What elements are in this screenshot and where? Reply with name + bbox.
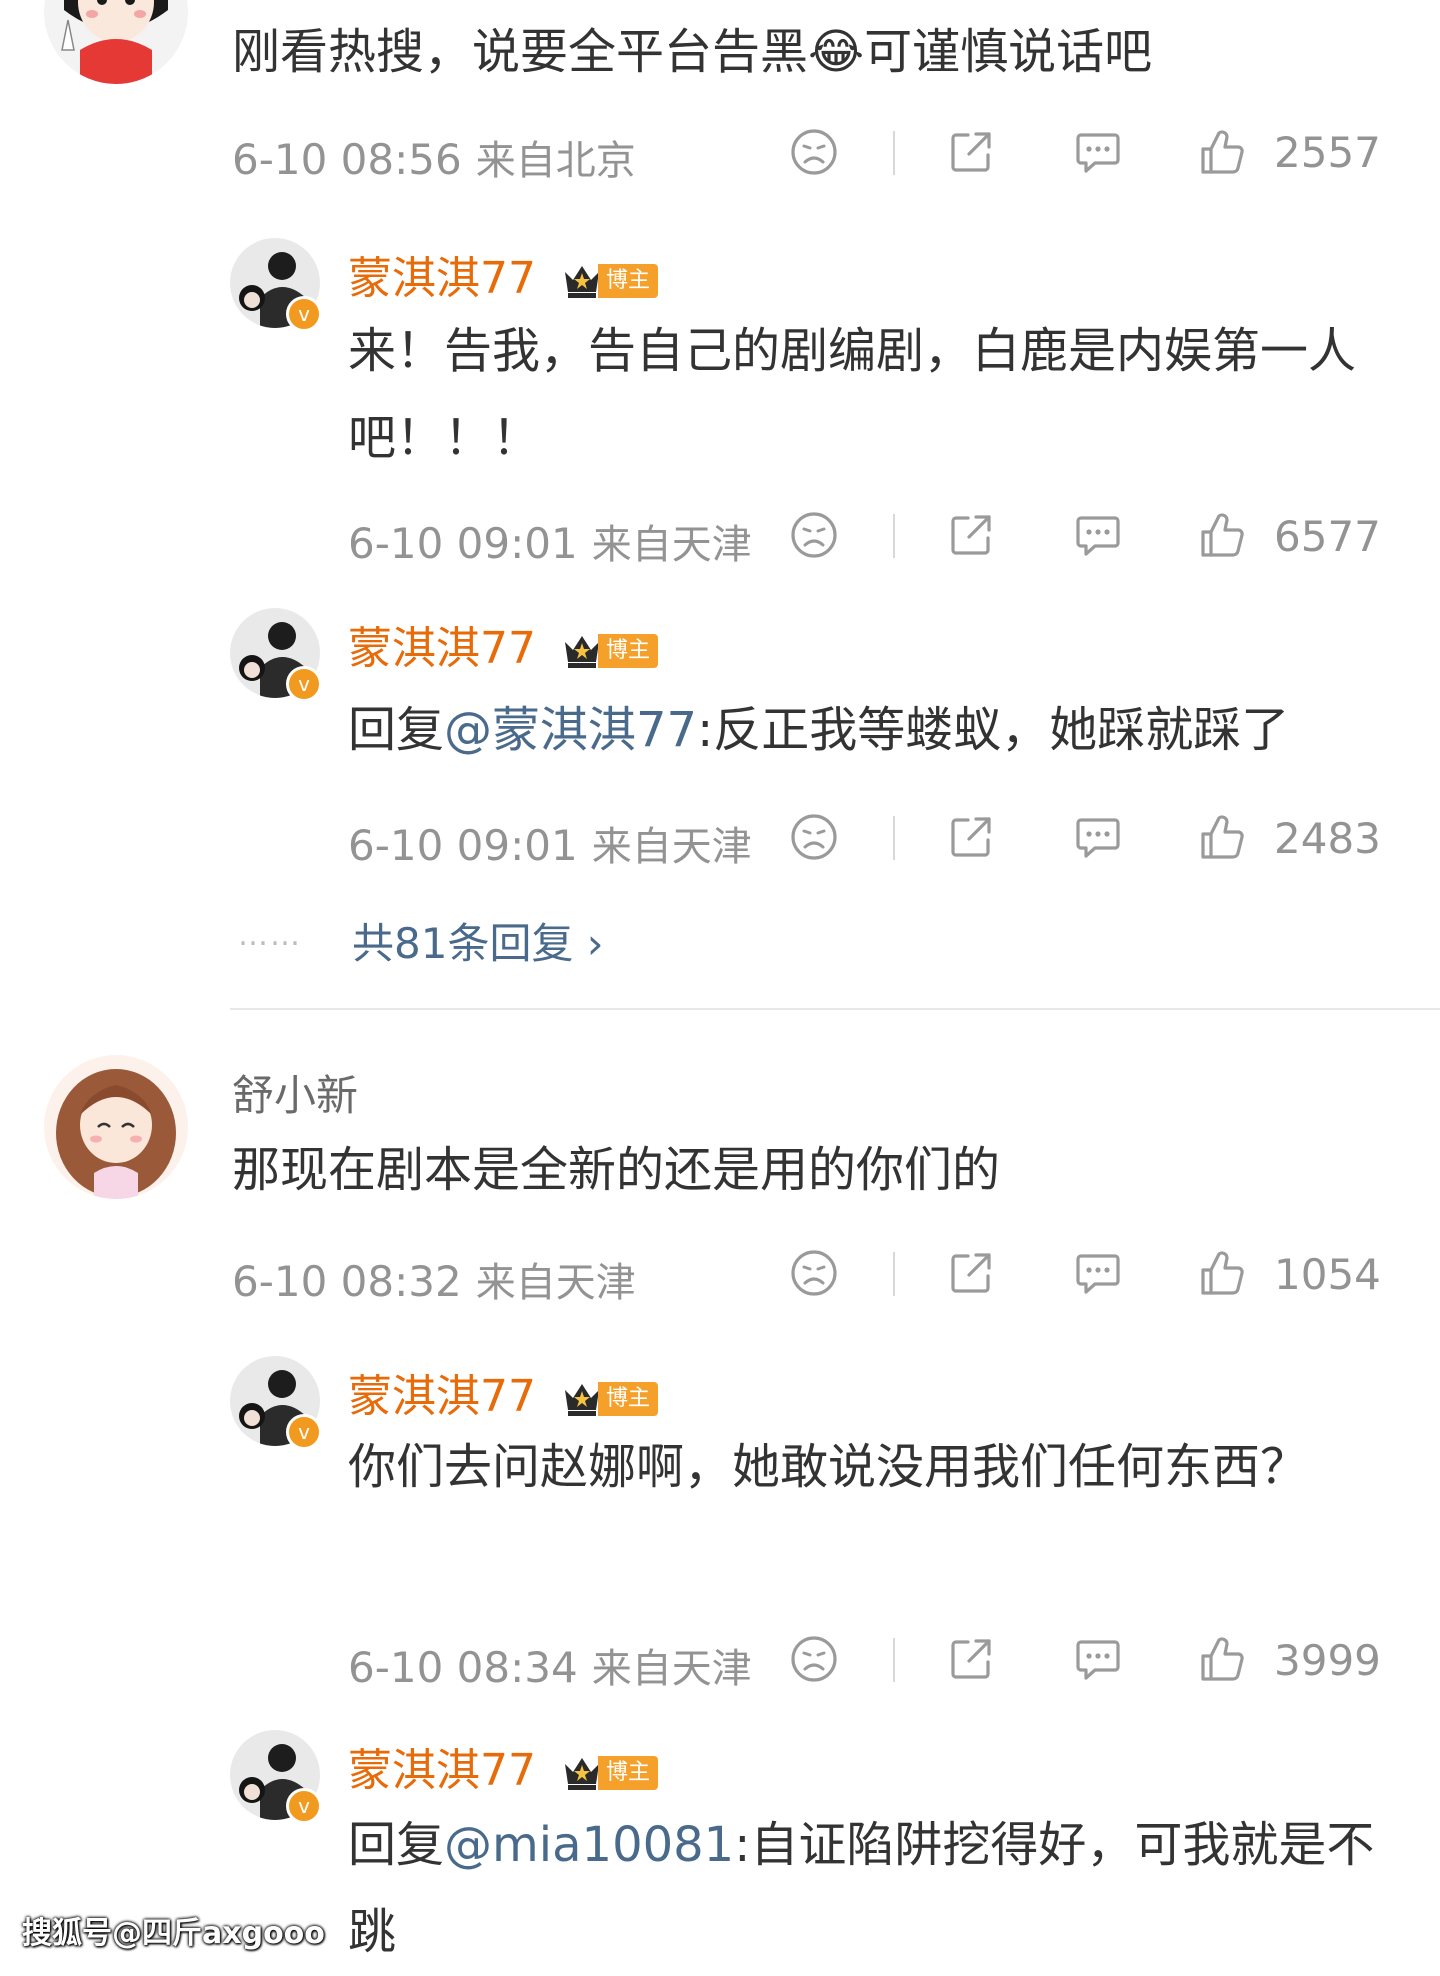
share-icon[interactable] <box>946 812 996 862</box>
comment-text: 那现在剧本是全新的还是用的你们的 <box>232 1142 1001 1198</box>
like-icon[interactable] <box>1197 812 1247 862</box>
avatar[interactable] <box>44 1055 188 1199</box>
blogger-badge: 博主 <box>562 262 659 300</box>
verified-badge-icon: v <box>286 296 322 332</box>
reply-location: 来自天津 <box>591 824 752 870</box>
share-icon[interactable] <box>946 510 996 560</box>
like-count[interactable]: 2483 <box>1274 814 1381 863</box>
comment-location: 来自北京 <box>475 138 636 184</box>
comment-time: 6-10 08:32 <box>232 1257 462 1306</box>
reply-username[interactable]: 蒙淇淇77 博主 <box>348 242 659 306</box>
badge-label: 博主 <box>598 264 659 298</box>
like-icon[interactable] <box>1197 510 1247 560</box>
comment-time: 6-10 08:56 <box>232 135 462 184</box>
reply-username[interactable]: 蒙淇淇77 博主 <box>348 1734 659 1798</box>
reply-meta: 6-10 09:01 来自天津 <box>348 814 752 872</box>
reply-time: 6-10 09:01 <box>348 821 578 870</box>
sad-face-icon[interactable] <box>789 127 839 177</box>
comment-meta: 6-10 08:32 来自天津 <box>232 1250 636 1308</box>
sad-face-icon[interactable] <box>789 510 839 560</box>
reply-location: 来自天津 <box>591 1646 752 1692</box>
reply-text: 你们去问赵娜啊，她敢说没用我们任何东西？ <box>348 1439 1309 1495</box>
section-divider <box>230 1008 1440 1010</box>
badge-label: 博主 <box>598 1756 659 1790</box>
verified-badge-icon: v <box>286 666 322 702</box>
comment-icon[interactable] <box>1073 510 1123 560</box>
reply-username[interactable]: 蒙淇淇77 博主 <box>348 1360 659 1424</box>
crown-icon <box>562 262 602 300</box>
comment-meta: 6-10 08:56 来自北京 <box>232 128 636 186</box>
divider <box>893 816 895 860</box>
share-icon[interactable] <box>946 127 996 177</box>
more-replies-link[interactable]: 共81条回复 › <box>352 910 604 971</box>
blogger-badge: 博主 <box>562 632 659 670</box>
verified-badge-icon: v <box>286 1414 322 1450</box>
like-icon[interactable] <box>1197 127 1247 177</box>
comment-icon[interactable] <box>1073 1248 1123 1298</box>
like-count[interactable]: 2557 <box>1274 128 1381 177</box>
badge-label: 博主 <box>598 1382 659 1416</box>
sad-face-icon[interactable] <box>789 812 839 862</box>
reply-time: 6-10 08:34 <box>348 1643 578 1692</box>
comment-icon[interactable] <box>1073 127 1123 177</box>
more-dots: …… <box>238 918 302 953</box>
reply-prefix: 回复 <box>348 1817 445 1873</box>
divider <box>893 1252 895 1296</box>
comment-icon[interactable] <box>1073 1634 1123 1684</box>
avatar[interactable] <box>44 0 188 84</box>
reply-location: 来自天津 <box>591 522 752 568</box>
reply-text: 回复@蒙淇淇77:反正我等蝼蚁，她踩就踩了 <box>348 700 1289 760</box>
crown-icon <box>562 1380 602 1418</box>
divider <box>893 514 895 558</box>
reply-text: 回复@mia10081:自证陷阱挖得好，可我就是不跳 <box>348 1802 1398 1976</box>
reply-body: :反正我等蝼蚁，她踩就踩了 <box>697 702 1290 758</box>
comment-location: 来自天津 <box>475 1260 636 1306</box>
divider <box>893 1638 895 1682</box>
like-icon[interactable] <box>1197 1248 1247 1298</box>
like-count[interactable]: 6577 <box>1274 512 1381 561</box>
crown-icon <box>562 632 602 670</box>
reply-meta: 6-10 08:34 来自天津 <box>348 1636 752 1694</box>
blogger-badge: 博主 <box>562 1380 659 1418</box>
mention-link[interactable]: @mia10081 <box>444 1817 734 1873</box>
verified-badge-icon: v <box>286 1788 322 1824</box>
like-count[interactable]: 1054 <box>1274 1250 1381 1299</box>
reply-meta: 6-10 09:01 来自天津 <box>348 512 752 570</box>
reply-prefix: 回复 <box>348 702 445 758</box>
sad-face-icon[interactable] <box>789 1634 839 1684</box>
badge-label: 博主 <box>598 634 659 668</box>
share-icon[interactable] <box>946 1248 996 1298</box>
reply-text: 来！告我，告自己的剧编剧，白鹿是内娱第一人吧！！！ <box>348 323 1357 466</box>
comment-username[interactable]: 舒小新 <box>232 1062 358 1123</box>
divider <box>893 131 895 175</box>
watermark: 搜狐号@四斤axgooo <box>22 1916 325 1951</box>
comment-text: 刚看热搜，说要全平台告黑😂可谨慎说话吧 <box>232 24 1153 80</box>
share-icon[interactable] <box>946 1634 996 1684</box>
mention-link[interactable]: @蒙淇淇77 <box>444 702 697 758</box>
reply-username[interactable]: 蒙淇淇77 博主 <box>348 612 659 676</box>
blogger-badge: 博主 <box>562 1754 659 1792</box>
comment-icon[interactable] <box>1073 812 1123 862</box>
crown-icon <box>562 1754 602 1792</box>
sad-face-icon[interactable] <box>789 1248 839 1298</box>
like-icon[interactable] <box>1197 1634 1247 1684</box>
reply-time: 6-10 09:01 <box>348 519 578 568</box>
like-count[interactable]: 3999 <box>1274 1636 1381 1685</box>
